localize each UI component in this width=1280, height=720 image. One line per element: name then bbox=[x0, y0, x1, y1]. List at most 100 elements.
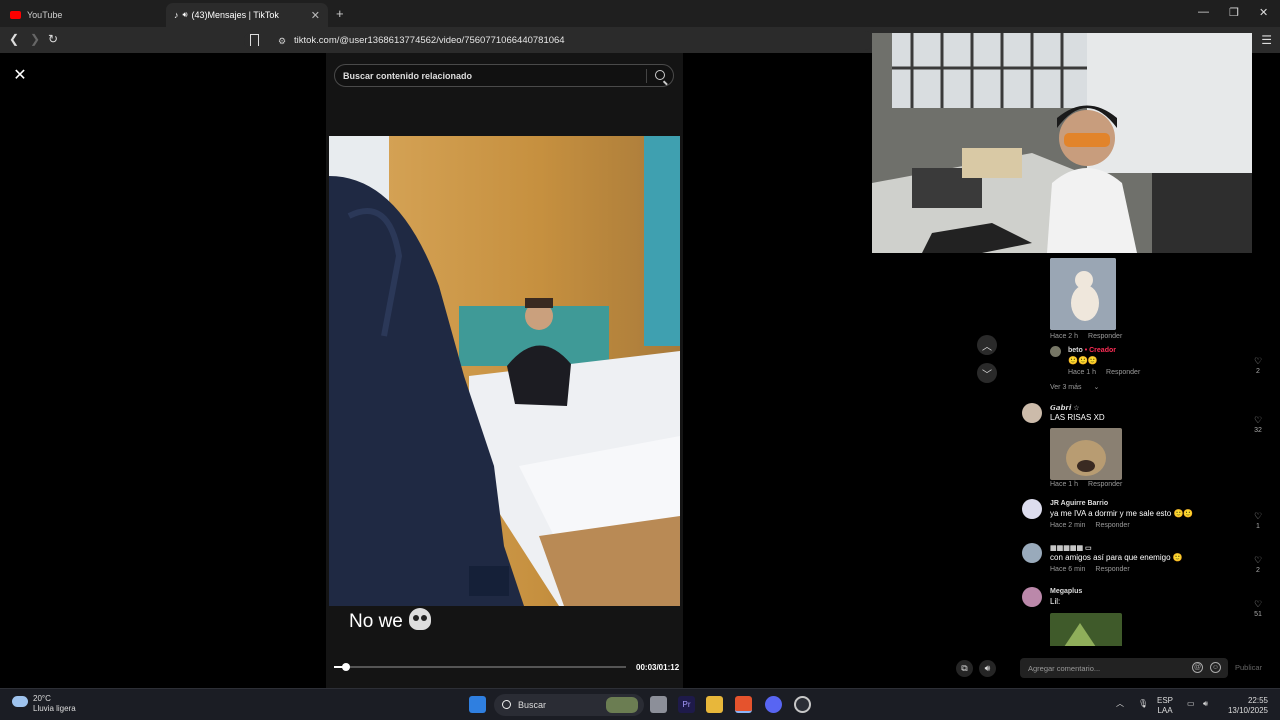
weather-text: Lluvia ligera bbox=[33, 704, 76, 713]
comment-input[interactable]: Agregar comentario... @ ☺ bbox=[1020, 658, 1228, 678]
chevron-up-icon: ︿ bbox=[982, 341, 992, 353]
microphone-icon[interactable]: 🎙︎ bbox=[1138, 699, 1148, 709]
pip-button[interactable]: ⧉ bbox=[956, 660, 973, 677]
menu-icon[interactable]: ☰ bbox=[1261, 33, 1272, 47]
like-button[interactable]: ♡ 32 bbox=[1250, 415, 1266, 434]
comment-meta: Hace 1 h Responder bbox=[1050, 481, 1123, 488]
speaker-icon[interactable]: 🔊︎ bbox=[183, 10, 188, 20]
next-video-button[interactable]: ﹀ bbox=[977, 363, 997, 383]
search-icon bbox=[502, 700, 511, 709]
heart-icon: ♡ bbox=[1253, 511, 1263, 521]
brave-browser-icon[interactable] bbox=[735, 696, 752, 713]
new-tab-button[interactable]: + bbox=[336, 6, 344, 21]
like-button[interactable]: ♡ 51 bbox=[1250, 599, 1266, 618]
creator-badge: • Creador bbox=[1084, 347, 1116, 354]
like-button[interactable]: ♡ 2 bbox=[1250, 356, 1266, 375]
network-icon[interactable]: ▭ bbox=[1187, 699, 1195, 709]
heart-icon: ♡ bbox=[1253, 599, 1263, 609]
video-player[interactable] bbox=[329, 136, 680, 606]
avatar[interactable] bbox=[1022, 543, 1042, 563]
avatar[interactable] bbox=[1022, 499, 1042, 519]
close-tab-icon[interactable]: ✕ bbox=[311, 9, 320, 22]
heart-icon: ♡ bbox=[1253, 415, 1263, 425]
like-count: 2 bbox=[1256, 368, 1260, 375]
comment-image[interactable] bbox=[1050, 258, 1116, 330]
close-video-icon[interactable]: ✕ bbox=[10, 65, 30, 85]
minimize-icon[interactable]: — bbox=[1198, 6, 1209, 18]
comment-user[interactable]: ▦▦▦▦▦ ▭ bbox=[1050, 544, 1092, 552]
url-text: tiktok.com/@user1368613774562/video/7560… bbox=[294, 35, 565, 46]
search-highlight-icon bbox=[606, 697, 638, 713]
task-view-icon[interactable] bbox=[650, 696, 667, 713]
comment-image[interactable] bbox=[1050, 428, 1122, 480]
search-input[interactable]: Buscar contenido relacionado bbox=[334, 64, 674, 87]
start-button[interactable] bbox=[469, 696, 486, 713]
discord-icon[interactable] bbox=[765, 696, 782, 713]
heart-icon: ♡ bbox=[1253, 555, 1263, 565]
like-button[interactable]: ♡ 2 bbox=[1250, 555, 1266, 574]
address-bar[interactable]: ⚙ tiktok.com/@user1368613774562/video/75… bbox=[244, 31, 874, 50]
like-count: 51 bbox=[1254, 611, 1262, 618]
close-window-icon[interactable]: ✕ bbox=[1259, 6, 1268, 19]
reply-link[interactable]: Responder bbox=[1095, 566, 1129, 573]
tab-tiktok[interactable]: ♪ 🔊︎ (43)Mensajes | TikTok ✕ bbox=[166, 3, 328, 27]
publish-button[interactable]: Publicar bbox=[1235, 663, 1262, 672]
taskbar-search[interactable]: Buscar bbox=[494, 694, 644, 716]
comment-user[interactable]: beto • Creador bbox=[1068, 347, 1116, 354]
reply-link[interactable]: Responder bbox=[1088, 481, 1122, 488]
like-button[interactable]: ♡ 1 bbox=[1250, 511, 1266, 530]
video-time: 00:03/01:12 bbox=[636, 663, 680, 672]
pip-icon: ⧉ bbox=[961, 663, 968, 673]
hyena-image bbox=[1050, 428, 1122, 480]
forward-icon[interactable]: ❯ bbox=[30, 32, 40, 46]
tab-title: YouTube bbox=[27, 10, 63, 20]
comment-time: Hace 2 h bbox=[1050, 333, 1079, 340]
comment-image[interactable] bbox=[1050, 613, 1122, 646]
comment-bar: ⧉ 🔊︎ Agregar comentario... @ ☺ Publicar bbox=[870, 654, 1280, 682]
heart-icon: ♡ bbox=[1253, 356, 1263, 366]
bookmark-icon[interactable] bbox=[250, 34, 259, 46]
avatar[interactable] bbox=[1022, 403, 1042, 423]
reply-link[interactable]: Responder bbox=[1106, 369, 1140, 376]
taskbar: 20°C Lluvia ligera Buscar Pr ︿ 🎙︎ ESP LAA … bbox=[0, 688, 1280, 720]
avatar[interactable] bbox=[1050, 346, 1061, 357]
comment-image-preview bbox=[1050, 613, 1122, 646]
volume-icon[interactable]: 🔊︎ bbox=[1203, 699, 1208, 709]
comment-user[interactable]: 𝙂𝙖𝙗𝙧𝙞 ☆ bbox=[1050, 404, 1080, 412]
site-settings-icon[interactable]: ⚙ bbox=[278, 36, 286, 47]
like-count: 2 bbox=[1256, 567, 1260, 574]
video-frame bbox=[329, 136, 680, 606]
file-explorer-icon[interactable] bbox=[706, 696, 723, 713]
like-count: 32 bbox=[1254, 427, 1262, 434]
cat-image bbox=[1050, 258, 1116, 330]
webcam-overlay bbox=[872, 33, 1252, 253]
view-more-replies[interactable]: Ver 3 más ⌄ bbox=[1050, 383, 1099, 391]
comment-user[interactable]: JR Aguirre Barrio bbox=[1050, 500, 1108, 507]
restore-icon[interactable]: ❐ bbox=[1229, 6, 1239, 19]
webcam-feed bbox=[872, 33, 1252, 253]
language-indicator[interactable]: ESP LAA bbox=[1157, 696, 1173, 716]
tab-youtube[interactable]: YouTube bbox=[2, 3, 164, 27]
caption-text: No we bbox=[349, 611, 403, 632]
reload-icon[interactable]: ↻ bbox=[48, 32, 58, 46]
video-progress-bar[interactable] bbox=[334, 663, 626, 671]
reply-link[interactable]: Responder bbox=[1095, 522, 1129, 529]
tab-title: (43)Mensajes | TikTok bbox=[191, 10, 279, 20]
search-icon[interactable] bbox=[655, 70, 665, 80]
progress-knob[interactable] bbox=[342, 663, 351, 671]
clock[interactable]: 22:55 13/10/2025 bbox=[1224, 696, 1268, 716]
comment-placeholder: Agregar comentario... bbox=[1028, 663, 1101, 673]
mention-icon[interactable]: @ bbox=[1192, 662, 1203, 673]
volume-button[interactable]: 🔊︎ bbox=[979, 660, 996, 677]
previous-video-button[interactable]: ︿ bbox=[977, 335, 997, 355]
youtube-icon bbox=[10, 11, 21, 19]
comment-user[interactable]: Megaplus bbox=[1050, 588, 1082, 595]
reply-link[interactable]: Responder bbox=[1088, 333, 1122, 340]
emoji-icon[interactable]: ☺ bbox=[1210, 662, 1221, 673]
avatar[interactable] bbox=[1022, 587, 1042, 607]
app-icon[interactable] bbox=[794, 696, 811, 713]
back-icon[interactable]: ❮ bbox=[9, 32, 19, 46]
speaker-icon: 🔊︎ bbox=[984, 663, 991, 673]
premiere-icon[interactable]: Pr bbox=[678, 696, 695, 713]
chevron-up-icon[interactable]: ︿ bbox=[1116, 699, 1124, 709]
